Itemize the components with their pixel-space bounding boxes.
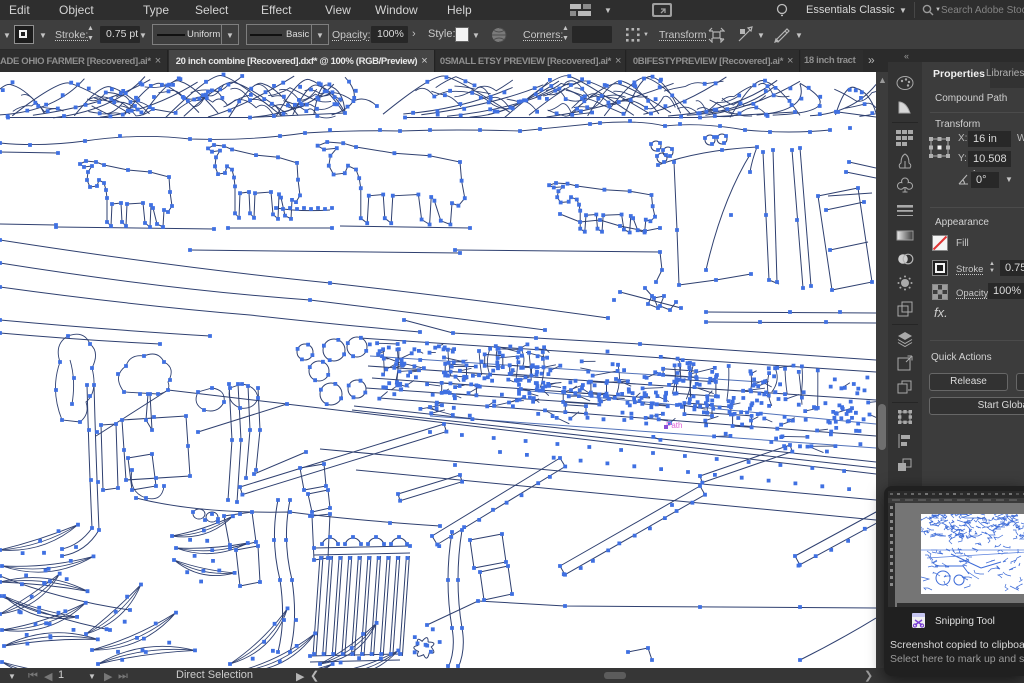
svg-text:Path: Path <box>666 421 682 430</box>
